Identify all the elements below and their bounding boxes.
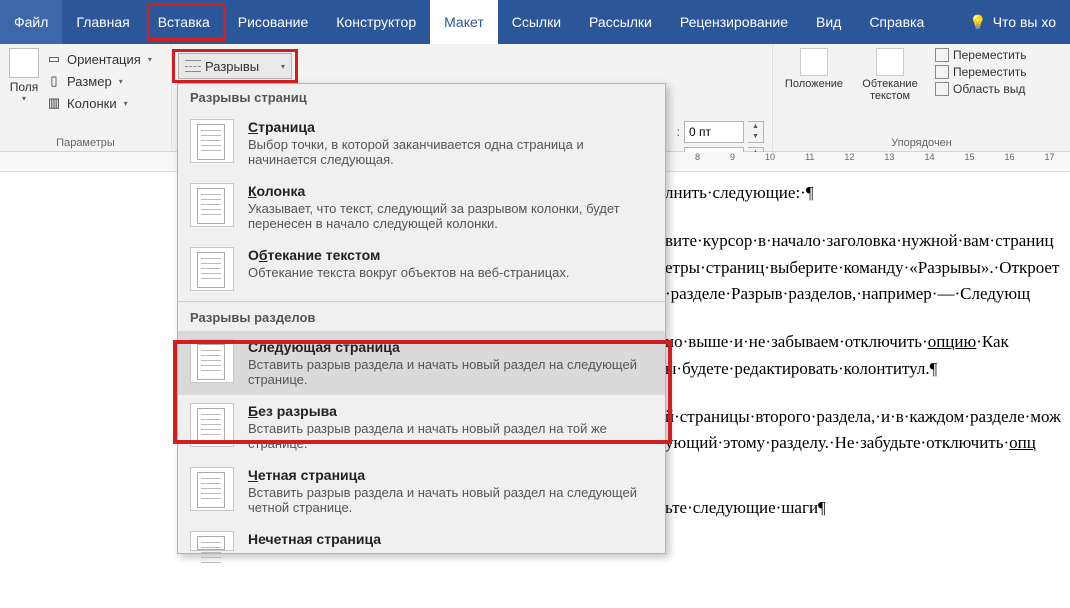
wrap-label: Обтекание текстом — [855, 78, 925, 102]
menu-item-desc: Выбор точки, в которой заканчивается одн… — [248, 137, 653, 167]
next-page-icon — [190, 339, 234, 383]
selection-pane-button[interactable]: Область выд — [935, 82, 1064, 96]
menu-item-desc: Обтекание текста вокруг объектов на веб-… — [248, 265, 653, 280]
doc-line: й·страницы·второго·раздела,·и·в·каждом·р… — [665, 404, 1070, 457]
chevron-down-icon: ▾ — [22, 94, 26, 103]
menu-item-odd-page[interactable]: Нечетная страница — [178, 523, 665, 553]
menu-item-next-page[interactable]: Следующая страница Вставить разрыв разде… — [178, 331, 665, 395]
menu-item-title: Четная страница — [248, 467, 653, 483]
menu-item-title: Без разрыва — [248, 403, 653, 419]
selection-label: Область выд — [953, 82, 1025, 96]
chevron-down-icon: ▾ — [148, 55, 152, 64]
margins-icon — [9, 48, 39, 78]
spacing-before-label: : — [668, 125, 680, 139]
menu-item-even-page[interactable]: Четная страница Вставить разрыв раздела … — [178, 459, 665, 523]
size-label: Размер — [67, 74, 112, 89]
menu-item-desc: Указывает, что текст, следующий за разры… — [248, 201, 653, 231]
page-break-icon — [190, 119, 234, 163]
lightbulb-icon: 💡 — [969, 14, 986, 31]
group-arrange-label: Упорядочен — [773, 137, 1070, 149]
spacing-before[interactable]: : ▲▼ — [668, 121, 764, 143]
breaks-dropdown: Разрывы страниц Страница Выбор точки, в … — [177, 83, 666, 554]
group-page-setup: Поля ▾ ▭ Ориентация ▾ ▯ Размер ▾ ▥ Колон… — [0, 44, 172, 151]
tell-me[interactable]: 💡 Что вы хо — [955, 0, 1070, 44]
wrap-icon — [876, 48, 904, 76]
menu-separator — [178, 301, 665, 302]
margins-label: Поля — [10, 80, 39, 94]
margins-button[interactable]: Поля ▾ — [6, 48, 42, 112]
tab-references[interactable]: Ссылки — [498, 0, 575, 44]
chevron-down-icon: ▾ — [119, 77, 123, 86]
selection-icon — [935, 82, 949, 96]
breaks-button[interactable]: Разрывы ▾ — [178, 53, 292, 79]
textwrap-break-icon — [190, 247, 234, 291]
spinner-buttons[interactable]: ▲▼ — [748, 121, 764, 143]
tab-draw[interactable]: Рисование — [224, 0, 323, 44]
size-icon: ▯ — [46, 73, 62, 89]
column-break-icon — [190, 183, 234, 227]
position-button[interactable]: Положение — [779, 48, 849, 102]
send-backward-button[interactable]: Переместить — [935, 65, 1064, 79]
menu-item-desc: Вставить разрыв раздела и начать новый р… — [248, 485, 653, 515]
position-icon — [800, 48, 828, 76]
spacing-before-input[interactable] — [684, 121, 744, 143]
doc-line: вите·курсор·в·начало·заголовка·нужной·ва… — [665, 228, 1070, 307]
menu-item-desc: Вставить разрыв раздела и начать новый р… — [248, 357, 653, 387]
menu-item-text-wrapping[interactable]: Обтекание текстом Обтекание текста вокру… — [178, 239, 665, 299]
send-back-label: Переместить — [953, 65, 1027, 79]
menu-item-page[interactable]: Страница Выбор точки, в которой заканчив… — [178, 111, 665, 175]
tell-me-label: Что вы хо — [993, 14, 1056, 30]
columns-button[interactable]: ▥ Колонки ▾ — [44, 94, 154, 112]
menu-item-title: Нечетная страница — [248, 531, 653, 547]
menu-item-continuous[interactable]: Без разрыва Вставить разрыв раздела и на… — [178, 395, 665, 459]
wrap-text-button[interactable]: Обтекание текстом — [855, 48, 925, 102]
bring-fwd-icon — [935, 48, 949, 62]
tab-design[interactable]: Конструктор — [322, 0, 430, 44]
tab-help[interactable]: Справка — [855, 0, 938, 44]
orientation-icon: ▭ — [46, 51, 62, 67]
tab-view[interactable]: Вид — [802, 0, 855, 44]
menu-item-title: Страница — [248, 119, 653, 135]
tab-home[interactable]: Главная — [62, 0, 143, 44]
menu-item-title: Колонка — [248, 183, 653, 199]
chevron-down-icon: ▾ — [124, 99, 128, 108]
menu-header-page-breaks: Разрывы страниц — [178, 84, 665, 111]
tab-file[interactable]: Файл — [0, 0, 62, 44]
bring-fwd-label: Переместить — [953, 48, 1027, 62]
menu-item-column[interactable]: Колонка Указывает, что текст, следующий … — [178, 175, 665, 239]
odd-page-icon — [190, 531, 234, 551]
position-label: Положение — [785, 78, 843, 90]
breaks-icon — [185, 60, 201, 72]
menu-header-section-breaks: Разрывы разделов — [178, 304, 665, 331]
tab-layout[interactable]: Макет — [430, 0, 498, 44]
orientation-label: Ориентация — [67, 52, 141, 67]
doc-line: но·выше·и·не·забываем·отключить·опцию·Ка… — [665, 329, 1070, 382]
ribbon-tabs: Файл Главная Вставка Рисование Конструкт… — [0, 0, 1070, 44]
send-back-icon — [935, 65, 949, 79]
group-arrange: Положение Обтекание текстом Переместить … — [772, 44, 1070, 151]
group-page-setup-label: Параметры — [0, 137, 171, 149]
tab-insert[interactable]: Вставка — [144, 0, 224, 44]
chevron-down-icon: ▾ — [281, 62, 285, 71]
highlight-breaks-button: Разрывы ▾ — [172, 49, 298, 83]
continuous-icon — [190, 403, 234, 447]
menu-item-title: Обтекание текстом — [248, 247, 653, 263]
menu-item-title: Следующая страница — [248, 339, 653, 355]
orientation-button[interactable]: ▭ Ориентация ▾ — [44, 50, 154, 68]
columns-label: Колонки — [67, 96, 117, 111]
breaks-label: Разрывы — [205, 59, 259, 74]
bring-forward-button[interactable]: Переместить — [935, 48, 1064, 62]
columns-icon: ▥ — [46, 95, 62, 111]
doc-line: лнить·следующие:·¶ — [665, 180, 1070, 206]
even-page-icon — [190, 467, 234, 511]
size-button[interactable]: ▯ Размер ▾ — [44, 72, 154, 90]
menu-item-desc: Вставить разрыв раздела и начать новый р… — [248, 421, 653, 451]
tab-mailings[interactable]: Рассылки — [575, 0, 666, 44]
doc-line: ьте·следующие·шаги¶ — [665, 495, 1070, 521]
tab-review[interactable]: Рецензирование — [666, 0, 802, 44]
